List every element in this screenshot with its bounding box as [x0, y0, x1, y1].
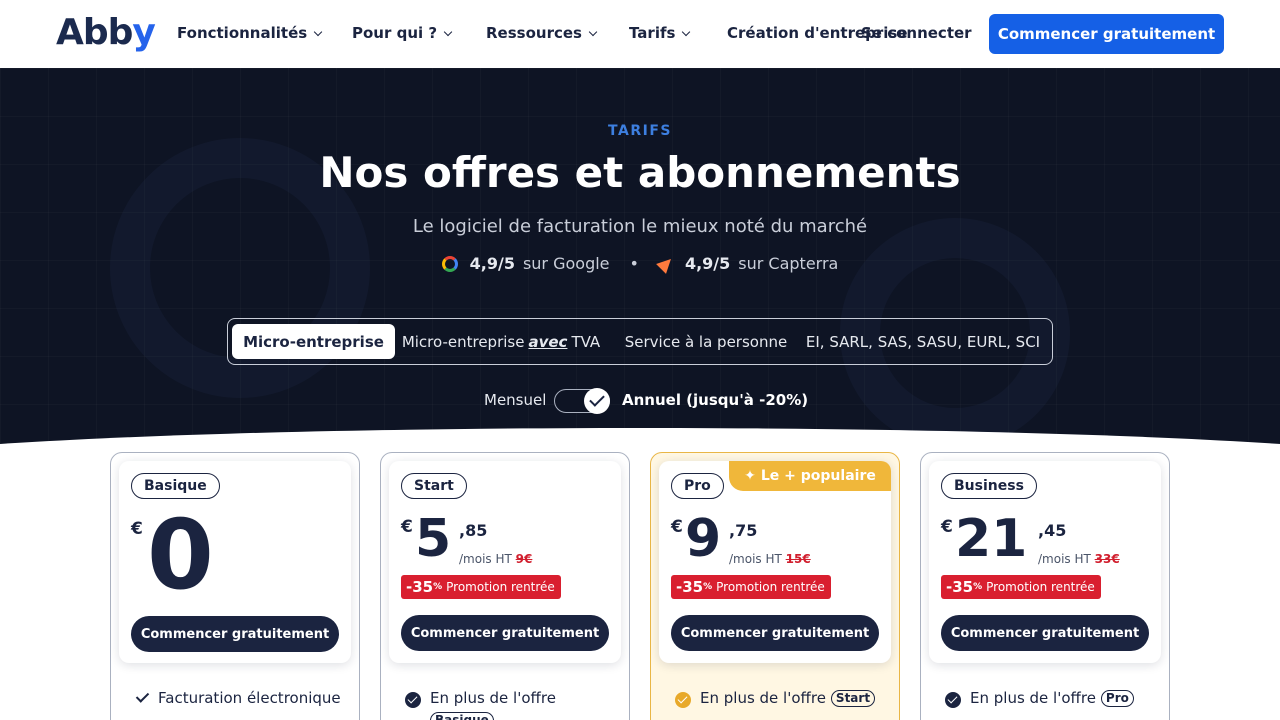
- plan-cta-button[interactable]: Commencer gratuitement: [131, 616, 339, 652]
- plan-card-pro: ✦ Le + populaire Pro € 9 ,75 /mois HT 15€…: [650, 452, 900, 720]
- check-icon: [584, 388, 610, 414]
- plan-card-business: Business € 21 ,45 /mois HT 33€ -35% Promo…: [920, 452, 1170, 720]
- currency-symbol: €: [401, 517, 413, 537]
- currency-symbol: €: [671, 517, 683, 537]
- check-circle-icon: [405, 692, 421, 708]
- nav-item-tarifs[interactable]: Tarifs: [629, 24, 691, 42]
- check-circle-icon: [945, 692, 961, 708]
- popular-badge: ✦ Le + populaire: [729, 461, 891, 491]
- tab-societes[interactable]: EI, SARL, SAS, SASU, EURL, SCI: [804, 324, 1042, 359]
- business-type-selector: Micro-entreprise Micro-entreprise avec TVA…: [227, 318, 1053, 365]
- ratings-row: 4,9/5 sur Google • 4,9/5 sur Capterra: [0, 253, 1280, 274]
- google-score: 4,9/5: [469, 254, 515, 273]
- top-navigation: Abby Fonctionnalités Pour qui ? Ressourc…: [0, 0, 1280, 68]
- billing-switch[interactable]: [554, 388, 610, 414]
- chevron-down-icon: [313, 27, 323, 37]
- plan-name: Pro: [671, 473, 724, 499]
- plan-cta-button[interactable]: Commencer gratuitement: [401, 615, 609, 651]
- feature-item: Facturation électronique: [135, 689, 341, 707]
- plan-cta-button[interactable]: Commencer gratuitement: [671, 615, 879, 651]
- plan-name: Business: [941, 473, 1037, 499]
- plan-reference-pill: Start: [830, 690, 876, 707]
- nav-item-ressources[interactable]: Ressources: [486, 24, 598, 42]
- plan-period: /mois HT 15€: [729, 552, 811, 566]
- plan-price-cents: ,45: [1038, 521, 1067, 540]
- nav-item-fonctionnalites[interactable]: Fonctionnalités: [177, 24, 323, 42]
- rating-separator: •: [629, 254, 639, 273]
- plan-card-basique: Basique € 0 Commencer gratuitement Factu…: [110, 452, 360, 720]
- plan-price: 5: [415, 509, 452, 569]
- google-label: sur Google: [522, 254, 610, 273]
- plan-price: 9: [685, 509, 722, 569]
- plan-reference-pill: Pro: [1100, 690, 1134, 707]
- currency-symbol: €: [941, 517, 953, 537]
- promo-badge: -35% Promotion rentrée: [671, 575, 831, 599]
- check-circle-icon: [675, 692, 691, 708]
- plan-card-start: Start € 5 ,85 /mois HT 9€ -35% Promotion …: [380, 452, 630, 720]
- currency-symbol: €: [131, 519, 143, 539]
- start-free-button[interactable]: Commencer gratuitement: [989, 14, 1224, 54]
- plan-period: /mois HT 33€: [1038, 552, 1120, 566]
- plan-price: 21: [955, 509, 1028, 569]
- plan-price-cents: ,75: [729, 521, 758, 540]
- tab-micro-entreprise-tva[interactable]: Micro-entreprise avec TVA: [398, 324, 604, 359]
- billing-period-toggle: Mensuel Annuel (jusqu'à -20%): [0, 386, 1280, 414]
- feature-item: En plus de l'offre Start: [675, 689, 876, 708]
- abby-logo[interactable]: Abby: [56, 12, 156, 53]
- old-price: 15€: [785, 552, 811, 566]
- page-subtitle: Le logiciel de facturation le mieux noté…: [412, 216, 868, 237]
- google-icon: [441, 255, 458, 272]
- chevron-down-icon: [588, 27, 598, 37]
- pricing-hero: TARIFS Nos offres et abonnements Le logi…: [0, 68, 1280, 468]
- chevron-down-icon: [682, 27, 691, 37]
- plan-name: Start: [401, 473, 467, 499]
- capterra-label: sur Capterra: [738, 254, 839, 273]
- old-price: 9€: [515, 552, 533, 566]
- page-title: Nos offres et abonnements: [319, 148, 961, 197]
- login-link[interactable]: Se connecter: [861, 24, 972, 42]
- plan-name: Basique: [131, 473, 220, 499]
- plan-period: /mois HT 9€: [459, 552, 533, 566]
- plan-cta-button[interactable]: Commencer gratuitement: [941, 615, 1149, 651]
- plan-reference-pill: Basique: [430, 712, 494, 720]
- plan-price-cents: ,85: [459, 521, 488, 540]
- tab-micro-entreprise[interactable]: Micro-entreprise: [232, 324, 395, 359]
- feature-item: En plus de l'offre: [405, 689, 556, 708]
- promo-badge: -35% Promotion rentrée: [941, 575, 1101, 599]
- annual-label[interactable]: Annuel (jusqu'à -20%): [622, 391, 808, 409]
- tab-service-personne[interactable]: Service à la personne: [616, 324, 796, 359]
- nav-item-pour-qui[interactable]: Pour qui ?: [352, 24, 453, 42]
- old-price: 33€: [1094, 552, 1120, 566]
- promo-badge: -35% Promotion rentrée: [401, 575, 561, 599]
- plan-price: 0: [147, 499, 214, 611]
- capterra-icon: [656, 253, 676, 274]
- chevron-down-icon: [443, 27, 453, 37]
- monthly-label[interactable]: Mensuel: [484, 391, 546, 409]
- check-icon: [135, 689, 150, 703]
- capterra-score: 4,9/5: [684, 254, 731, 273]
- sparkle-icon: ✦: [744, 468, 756, 484]
- feature-item: En plus de l'offre Pro: [945, 689, 1134, 708]
- section-eyebrow: TARIFS: [608, 123, 672, 139]
